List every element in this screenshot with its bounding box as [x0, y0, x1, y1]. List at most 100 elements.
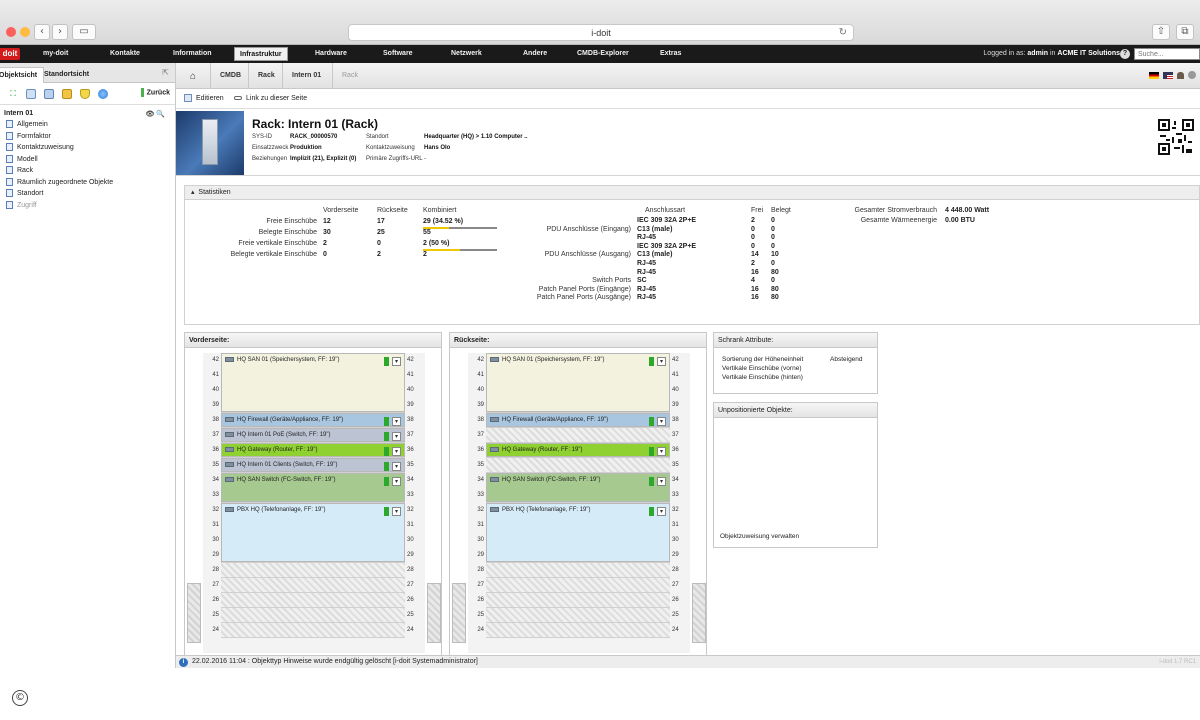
nav-cmdb-explorer[interactable]: CMDB-Explorer	[577, 45, 629, 63]
eye-search-icon[interactable]: 👁 🔍	[145, 110, 165, 118]
left-vertical-rail[interactable]	[187, 583, 201, 643]
rack-device[interactable]: HQ Intern 01 Clients (Switch, FF: 19") ▾	[221, 458, 405, 472]
chevron-down-icon[interactable]: ▾	[657, 507, 666, 516]
forward-nav-button[interactable]: ›	[52, 24, 68, 40]
help-icon[interactable]: ?	[1120, 49, 1130, 59]
rack-slot[interactable]	[221, 608, 405, 623]
permalink-button[interactable]: Link zu dieser Seite	[234, 89, 307, 109]
stat-combined: 2	[423, 251, 427, 258]
edit-button[interactable]: Editieren	[184, 89, 224, 109]
globe-icon[interactable]	[98, 89, 108, 99]
location-value[interactable]: Headquarter (HQ) > 1.10 Computer ..	[424, 134, 528, 140]
back-nav-button[interactable]: ‹	[34, 24, 50, 40]
rack-device[interactable]: HQ Intern 01 PoE (Switch, FF: 19") ▾	[221, 428, 405, 442]
breadcrumb-rack[interactable]: Rack	[258, 63, 275, 89]
idoit-logo[interactable]: doit	[0, 48, 20, 60]
statistics-header[interactable]: ▴ Statistiken	[185, 186, 1199, 200]
left-vertical-rail[interactable]	[452, 583, 466, 643]
tree-item[interactable]: Räumlich zugeordnete Objekte	[4, 177, 171, 189]
rack-slot[interactable]	[486, 563, 670, 578]
nav-software[interactable]: Software	[383, 45, 413, 63]
home-icon[interactable]: ⌂	[190, 71, 196, 82]
user-icon[interactable]	[1177, 71, 1185, 79]
nav-extras[interactable]: Extras	[660, 45, 681, 63]
server-icon	[225, 462, 234, 467]
chevron-down-icon[interactable]: ▾	[392, 447, 401, 456]
chevron-down-icon[interactable]: ▾	[392, 417, 401, 426]
rack-slot[interactable]	[486, 608, 670, 623]
rack-slot[interactable]	[221, 578, 405, 593]
nav-information[interactable]: Information	[173, 45, 212, 63]
chevron-down-icon[interactable]: ▾	[392, 462, 401, 471]
reload-icon[interactable]: ↻	[839, 25, 847, 41]
breadcrumb-object[interactable]: Intern 01	[292, 63, 321, 89]
list-view-icon[interactable]	[26, 89, 36, 99]
lock-icon[interactable]	[62, 89, 72, 99]
nav-infrastruktur[interactable]: Infrastruktur	[234, 47, 288, 61]
tabs-overview-icon[interactable]: ⧉	[1176, 24, 1194, 40]
tree-item[interactable]: Modell	[4, 154, 171, 166]
chevron-down-icon[interactable]: ▾	[657, 417, 666, 426]
book-icon[interactable]	[44, 89, 54, 99]
qr-code-icon[interactable]	[1156, 117, 1196, 157]
rack-slot[interactable]	[221, 623, 405, 638]
rack-device[interactable]: HQ Firewall (Geräte/Appliance, FF: 19") ▾	[221, 413, 405, 427]
nav-my-doit[interactable]: my-doit	[43, 45, 68, 63]
tree-item[interactable]: Zugriff	[4, 200, 171, 212]
share-icon[interactable]: ⇧	[1152, 24, 1170, 40]
chevron-down-icon[interactable]: ▾	[392, 477, 401, 486]
unit-number: 36	[212, 447, 219, 453]
rack-device[interactable]: HQ Gateway (Router, FF: 19") ▾	[486, 443, 670, 457]
rack-device[interactable]: PBX HQ (Telefonanlage, FF: 19") ▾	[486, 503, 670, 562]
expand-icon[interactable]: ⛶	[8, 89, 18, 99]
nav-netzwerk[interactable]: Netzwerk	[451, 45, 482, 63]
contact-value[interactable]: Hans Olo	[424, 145, 450, 151]
rack-slot[interactable]	[486, 428, 670, 443]
chevron-down-icon[interactable]: ▾	[392, 507, 401, 516]
rack-slot[interactable]	[486, 623, 670, 638]
chevron-down-icon[interactable]: ▾	[392, 357, 401, 366]
rack-slot[interactable]	[221, 563, 405, 578]
chevron-down-icon[interactable]: ▾	[657, 357, 666, 366]
tree-item[interactable]: Rack	[4, 165, 171, 177]
right-vertical-rail[interactable]	[427, 583, 441, 643]
tree-item[interactable]: Formfaktor	[4, 131, 171, 143]
rack-device[interactable]: HQ SAN Switch (FC-Switch, FF: 19") ▾	[221, 473, 405, 502]
rack-slot[interactable]	[486, 578, 670, 593]
rack-device[interactable]: PBX HQ (Telefonanlage, FF: 19") ▾	[221, 503, 405, 562]
settings-gear-icon[interactable]	[1188, 71, 1196, 79]
tab-standortsicht[interactable]: Standortsicht	[38, 67, 95, 83]
tree-item[interactable]: Allgemein	[4, 119, 171, 131]
back-button[interactable]: Zurück	[140, 88, 170, 97]
collapse-panel-icon[interactable]: ⇱	[162, 68, 169, 77]
tree-item[interactable]: Standort	[4, 188, 171, 200]
address-bar[interactable]: i-doit ↻	[348, 24, 854, 41]
relations-value[interactable]: Implizit (21), Explizit (0)	[290, 156, 356, 162]
chevron-down-icon[interactable]: ▾	[657, 477, 666, 486]
rack-device[interactable]: HQ Firewall (Geräte/Appliance, FF: 19") ▾	[486, 413, 670, 427]
us-flag-icon[interactable]	[1163, 71, 1174, 79]
chevron-down-icon[interactable]: ▾	[657, 447, 666, 456]
rack-device[interactable]: HQ SAN 01 (Speichersystem, FF: 19") ▾	[486, 353, 670, 412]
rack-device[interactable]: HQ SAN 01 (Speichersystem, FF: 19") ▾	[221, 353, 405, 412]
nav-hardware[interactable]: Hardware	[315, 45, 347, 63]
nav-andere[interactable]: Andere	[523, 45, 547, 63]
sidebar-toggle-icon[interactable]: ▭	[72, 24, 96, 40]
shield-icon[interactable]	[80, 89, 90, 99]
chevron-down-icon[interactable]: ▾	[392, 432, 401, 441]
manage-assignment-link[interactable]: Objektzuweisung verwalten	[720, 533, 799, 540]
close-window-button[interactable]	[6, 27, 16, 37]
breadcrumb-cmdb[interactable]: CMDB	[220, 63, 241, 89]
rack-slot[interactable]	[486, 458, 670, 473]
right-vertical-rail[interactable]	[692, 583, 706, 643]
nav-kontakte[interactable]: Kontakte	[110, 45, 140, 63]
rack-device[interactable]: HQ Gateway (Router, FF: 19") ▾	[221, 443, 405, 457]
german-flag-icon[interactable]	[1149, 71, 1160, 79]
tree-root[interactable]: Intern 01 👁 🔍	[4, 110, 171, 118]
rack-slot[interactable]	[486, 593, 670, 608]
rack-device[interactable]: HQ SAN Switch (FC-Switch, FF: 19") ▾	[486, 473, 670, 502]
search-input[interactable]	[1134, 48, 1200, 60]
tree-item[interactable]: Kontaktzuweisung	[4, 142, 171, 154]
minimize-window-button[interactable]	[20, 27, 30, 37]
rack-slot[interactable]	[221, 593, 405, 608]
